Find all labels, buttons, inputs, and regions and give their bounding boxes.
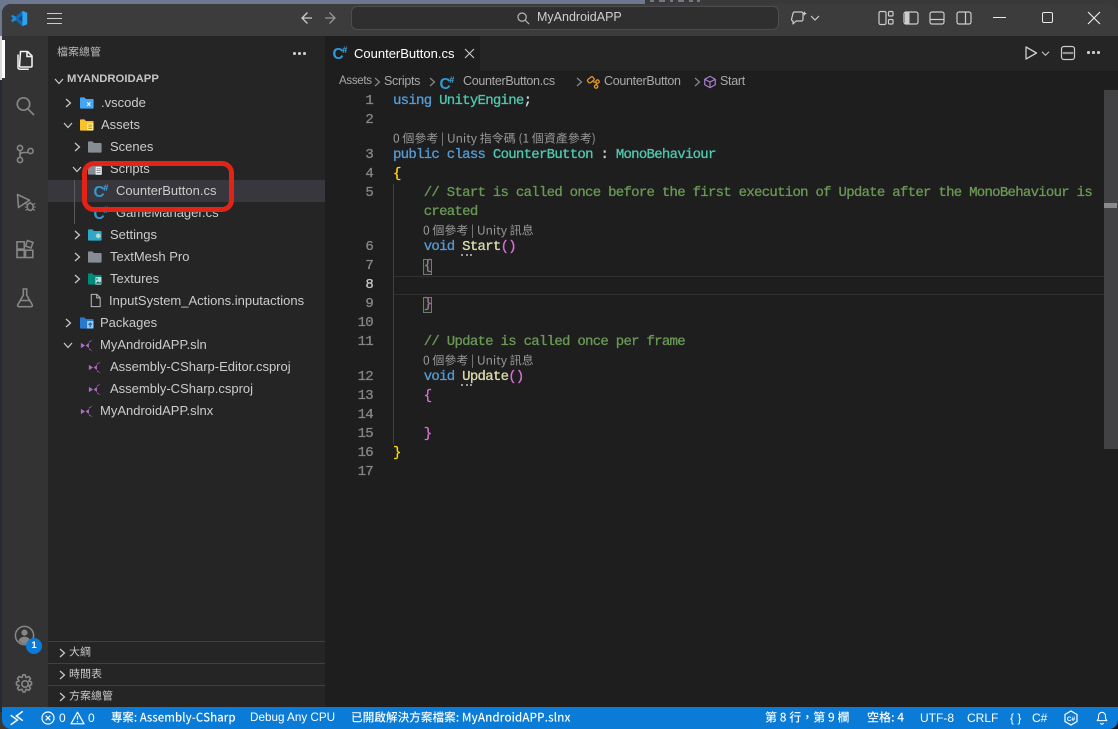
svg-text:#: # — [449, 75, 454, 85]
svg-text:C#: C# — [1067, 716, 1076, 723]
svg-text:#: # — [342, 45, 347, 55]
